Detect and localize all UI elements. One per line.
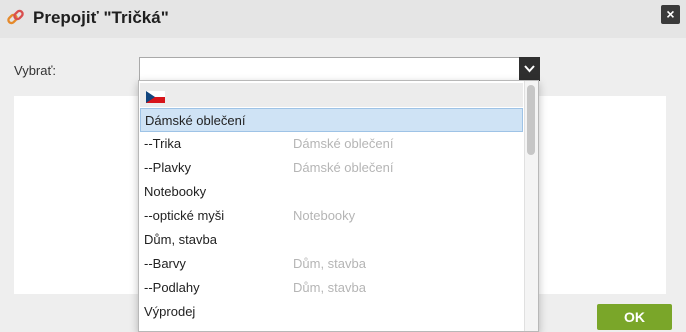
option-barvy[interactable]: --Barvy Dům, stavba: [140, 252, 523, 276]
option-name: Výprodej: [144, 304, 196, 319]
dropdown-toggle[interactable]: [519, 57, 540, 81]
option-name: Dámské oblečení: [145, 113, 246, 128]
option-name: --Podlahy: [144, 280, 200, 295]
option-name: --Plavky: [144, 160, 191, 175]
category-dropdown-list[interactable]: Dámské oblečení --Trika Dámské oblečení …: [138, 80, 539, 332]
option-parent: Dámské oblečení: [293, 136, 394, 151]
option-parent: Dům, stavba: [293, 280, 366, 295]
option-damske-obleceni[interactable]: Dámské oblečení: [140, 108, 523, 132]
option-plavky[interactable]: --Plavky Dámské oblečení: [140, 156, 523, 180]
option-name: --Barvy: [144, 256, 186, 271]
option-parent: Dámské oblečení: [293, 160, 394, 175]
dialog-titlebar: Prepojiť "Tričká" ×: [0, 0, 686, 38]
option-language-flag[interactable]: [140, 83, 523, 107]
option-name: --Trika: [144, 136, 182, 151]
czech-flag-icon: [146, 91, 165, 103]
option-trika[interactable]: --Trika Dámské oblečení: [140, 132, 523, 156]
option-parent: Dům, stavba: [293, 256, 366, 271]
option-opticke-mysi[interactable]: --optické myši Notebooky: [140, 204, 523, 228]
chevron-down-icon: [524, 65, 535, 73]
option-dum-stavba[interactable]: Dům, stavba: [140, 228, 523, 252]
option-name: Notebooky: [144, 184, 207, 199]
option-parent: Notebooky: [293, 208, 356, 223]
category-select[interactable]: [139, 57, 540, 81]
dropdown-scrollbar[interactable]: [524, 81, 538, 331]
link-icon: [6, 8, 26, 28]
option-name: Dům, stavba: [144, 232, 217, 247]
option-vyprodej[interactable]: Výprodej: [140, 300, 523, 324]
option-podlahy[interactable]: --Podlahy Dům, stavba: [140, 276, 523, 300]
close-button[interactable]: ×: [661, 5, 680, 24]
option-notebooky[interactable]: Notebooky: [140, 180, 523, 204]
ok-button[interactable]: OK: [597, 304, 672, 330]
option-name: --optické myši: [144, 208, 225, 223]
dialog-title: Prepojiť "Tričká": [33, 8, 169, 27]
select-label: Vybrať:: [14, 63, 56, 78]
scrollbar-thumb[interactable]: [527, 85, 535, 155]
